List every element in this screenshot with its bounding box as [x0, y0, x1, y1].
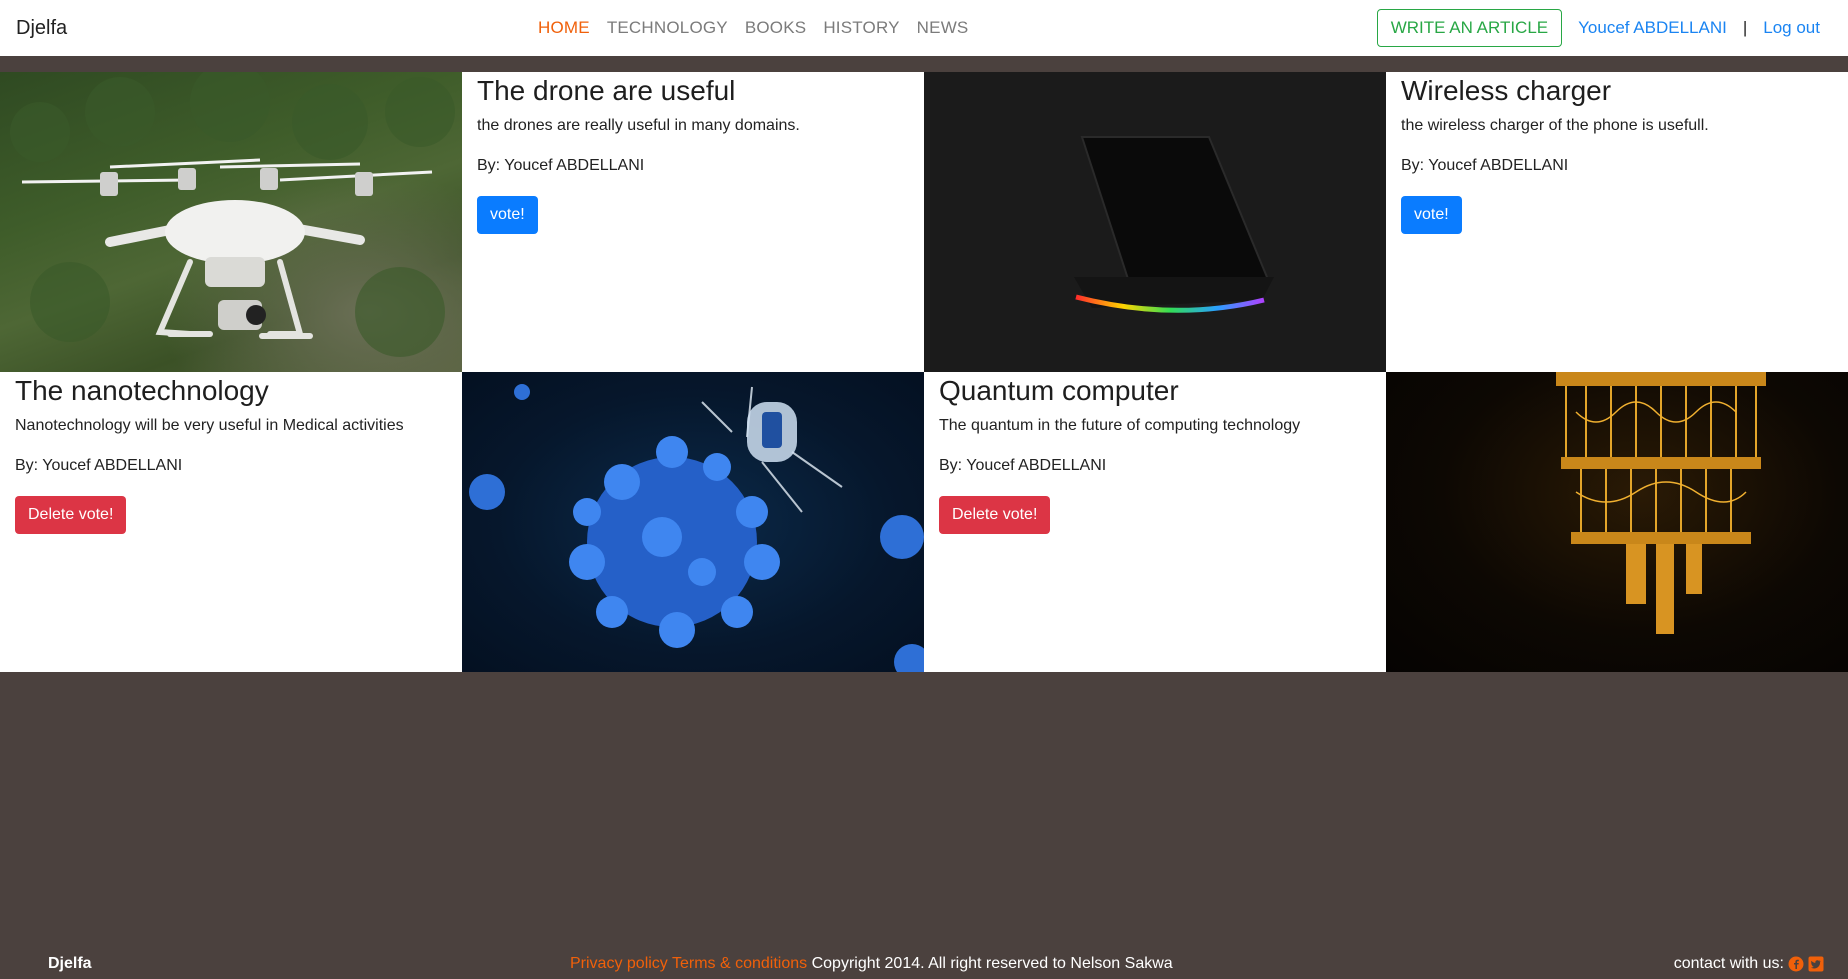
- nav-item-technology: TECHNOLOGY: [607, 18, 728, 38]
- article-description: the wireless charger of the phone is use…: [1401, 117, 1709, 134]
- vote-button[interactable]: vote!: [1401, 196, 1462, 234]
- contact-label: contact with us:: [1673, 955, 1784, 972]
- nav-link-news[interactable]: NEWS: [917, 18, 969, 37]
- footer-brand: Djelfa: [48, 955, 92, 972]
- quantum-computer-image: [1386, 372, 1848, 672]
- article-title: Quantum computer: [939, 375, 1179, 406]
- article-card-quantum-computer: Quantum computer The quantum in the futu…: [924, 372, 1386, 672]
- nav-link-books[interactable]: BOOKS: [745, 18, 806, 37]
- terms-link[interactable]: Terms & conditions: [672, 955, 807, 972]
- main-nav: HOME TECHNOLOGY BOOKS HISTORY NEWS: [538, 0, 968, 56]
- drone-image: [0, 72, 462, 372]
- article-title: Wireless charger: [1401, 75, 1612, 106]
- articles-grid: The drone are useful the drones are real…: [0, 72, 1848, 672]
- user-profile-link[interactable]: Youcef ABDELLANI: [1578, 18, 1727, 38]
- delete-vote-button[interactable]: Delete vote!: [15, 496, 127, 534]
- article-title: The nanotechnology: [15, 375, 269, 406]
- top-navbar: Djelfa HOME TECHNOLOGY BOOKS HISTORY NEW…: [0, 0, 1848, 56]
- nanobot-illustration: [469, 384, 924, 672]
- nav-separator: |: [1742, 18, 1748, 37]
- article-author: By: Youcef ABDELLANI: [15, 457, 183, 474]
- privacy-policy-link[interactable]: Privacy policy: [570, 955, 668, 972]
- nav-item-home: HOME: [538, 18, 590, 38]
- charger-illustration: [1074, 136, 1274, 313]
- brand-logo-link[interactable]: Djelfa: [16, 14, 67, 42]
- nanotechnology-image: [462, 372, 924, 672]
- logout-link[interactable]: Log out: [1763, 18, 1820, 38]
- nav-right-group: WRITE AN ARTICLE Youcef ABDELLANI | Log …: [1376, 0, 1820, 56]
- article-card-nanotechnology: The nanotechnology Nanotechnology will b…: [0, 372, 462, 672]
- footer-contact: contact with us:: [1674, 955, 1824, 973]
- nav-link-home[interactable]: HOME: [538, 18, 590, 37]
- footer-links: Privacy policy Terms & conditions Copyri…: [570, 955, 1173, 973]
- copyright-text: Copyright 2014. All right reserved to Ne…: [811, 955, 1173, 972]
- twitter-icon[interactable]: [1808, 956, 1824, 972]
- article-author: By: Youcef ABDELLANI: [477, 157, 645, 174]
- page-footer: Djelfa Privacy policy Terms & conditions…: [0, 955, 1848, 979]
- wireless-charger-image: [924, 72, 1386, 372]
- write-article-button[interactable]: WRITE AN ARTICLE: [1376, 9, 1563, 47]
- article-description: The quantum in the future of computing t…: [939, 417, 1301, 434]
- facebook-icon[interactable]: [1788, 956, 1804, 972]
- vote-button[interactable]: vote!: [477, 196, 538, 234]
- article-title: The drone are useful: [477, 75, 736, 106]
- article-card-drone: The drone are useful the drones are real…: [462, 72, 924, 372]
- article-description: the drones are really useful in many dom…: [477, 117, 800, 134]
- quantum-chandelier-illustration: [1556, 372, 1766, 634]
- article-author: By: Youcef ABDELLANI: [1401, 157, 1569, 174]
- article-card-wireless-charger: Wireless charger the wireless charger of…: [1386, 72, 1848, 372]
- delete-vote-button[interactable]: Delete vote!: [939, 496, 1051, 534]
- drone-illustration: [10, 72, 455, 357]
- article-description: Nanotechnology will be very useful in Me…: [15, 417, 404, 434]
- nav-item-history: HISTORY: [823, 18, 899, 38]
- nav-item-books: BOOKS: [745, 18, 806, 38]
- nav-link-history[interactable]: HISTORY: [823, 18, 899, 37]
- nav-link-technology[interactable]: TECHNOLOGY: [607, 18, 728, 37]
- article-author: By: Youcef ABDELLANI: [939, 457, 1107, 474]
- nav-item-news: NEWS: [917, 18, 969, 38]
